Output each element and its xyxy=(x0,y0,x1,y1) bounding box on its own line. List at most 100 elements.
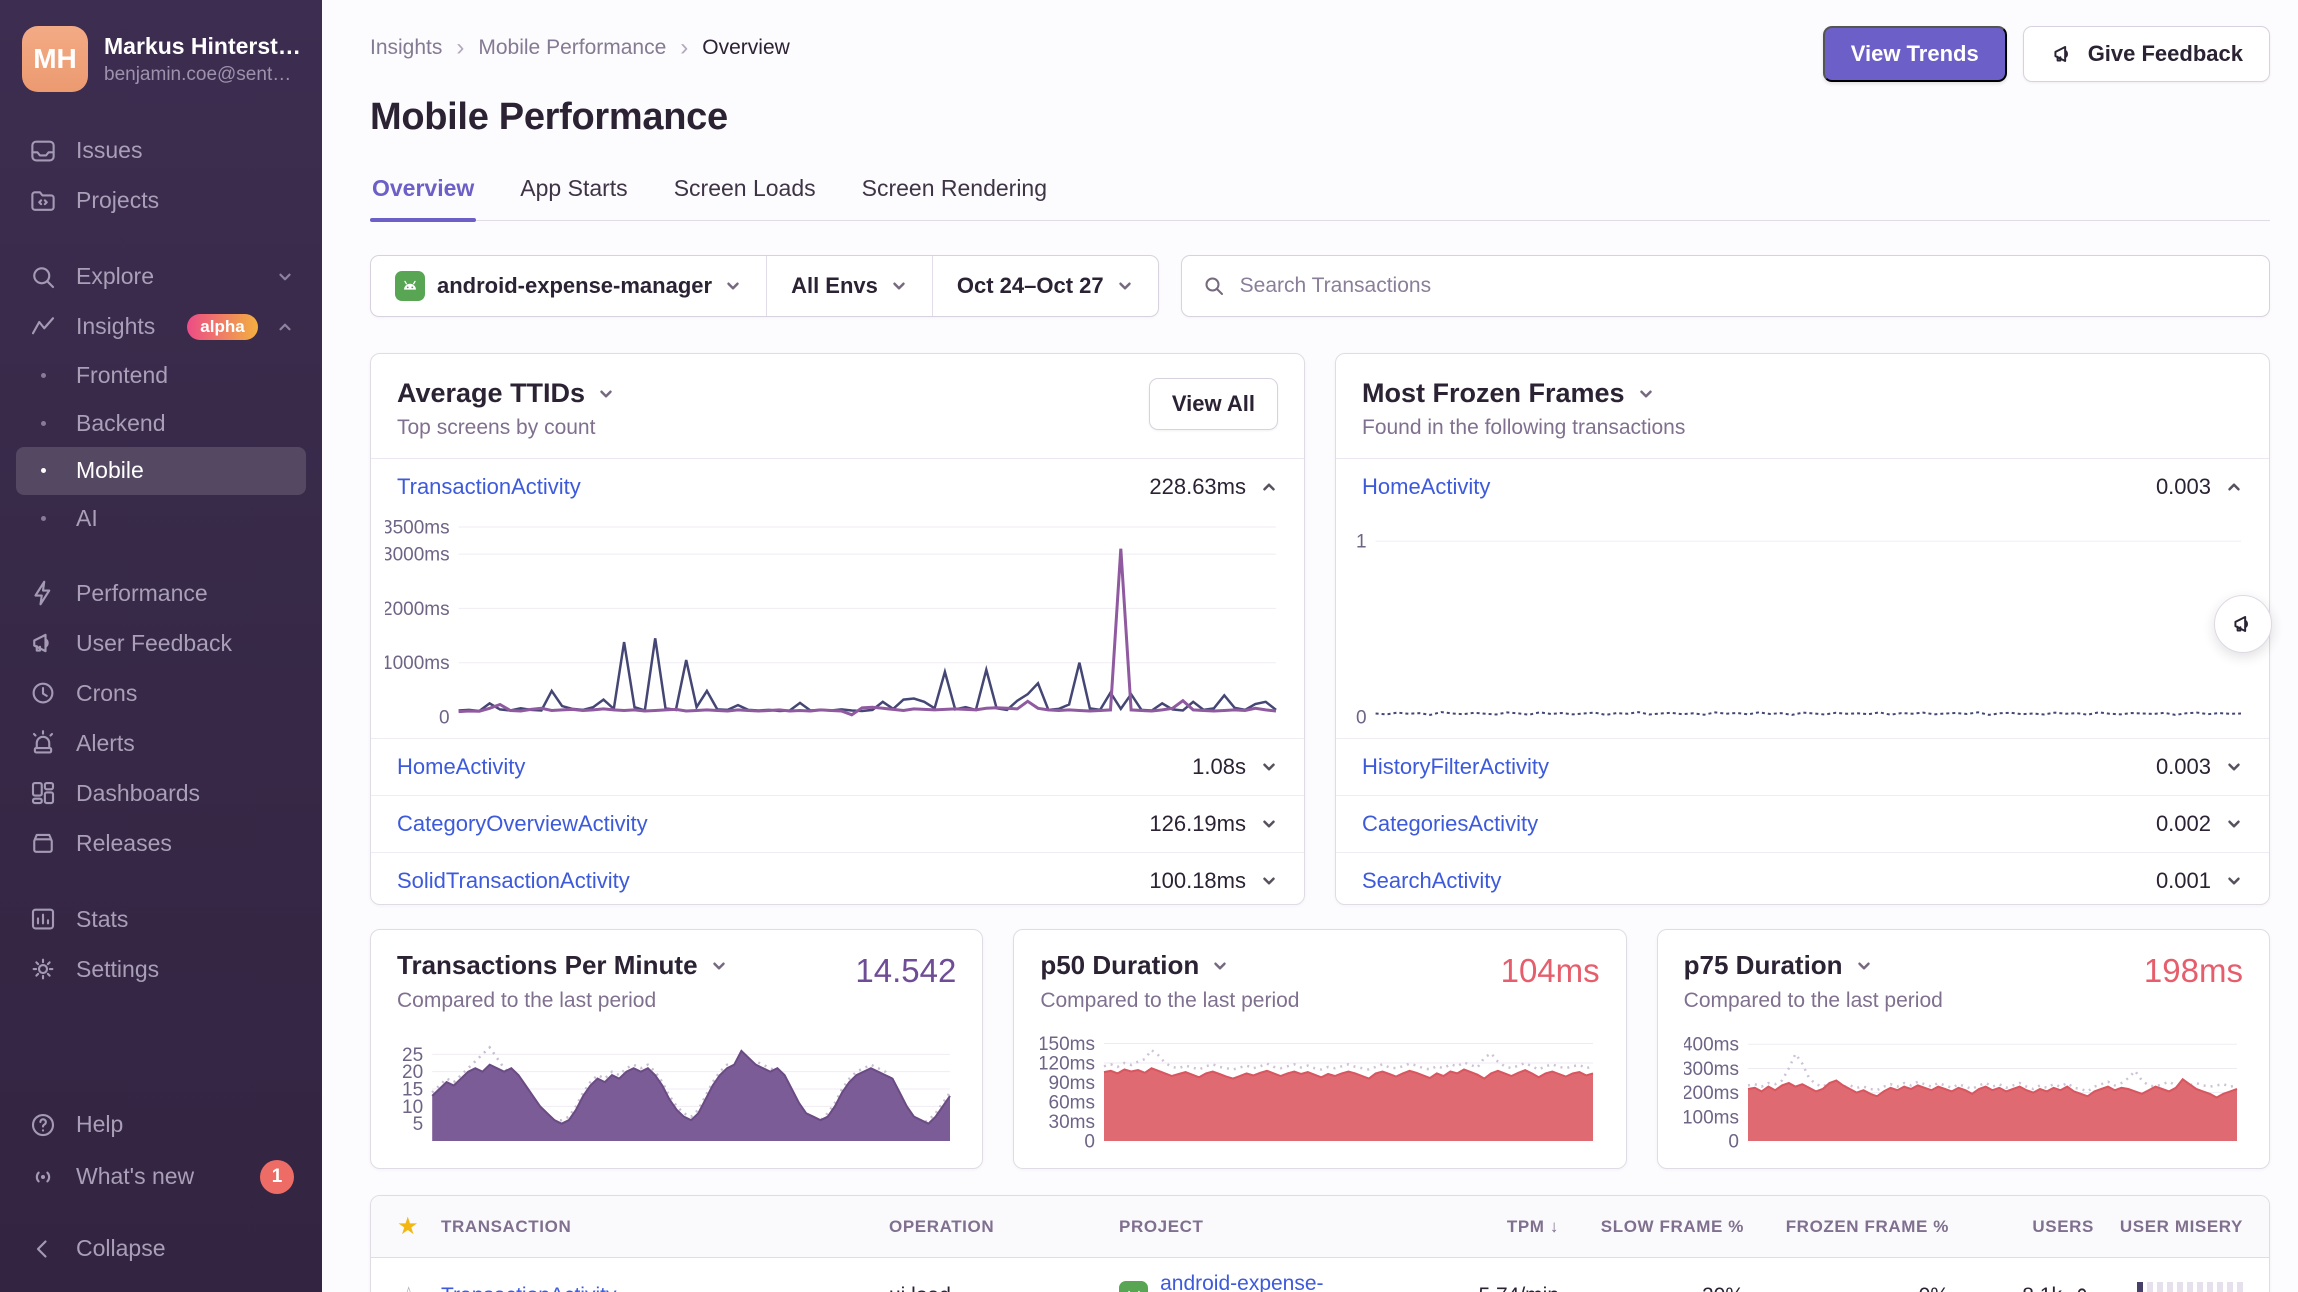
operation-cell: ui.load xyxy=(889,1284,1119,1292)
view-trends-button[interactable]: View Trends xyxy=(1823,26,2007,82)
page-filter-bar: android-expense-manager All Envs Oct 24–… xyxy=(370,255,1159,317)
sidebar-item-help[interactable]: Help xyxy=(16,1100,306,1150)
average-ttids-card: Average TTIDs Top screens by count View … xyxy=(370,353,1305,905)
tab-screen-rendering[interactable]: Screen Rendering xyxy=(860,171,1049,220)
sidebar-item-user-feedback[interactable]: User Feedback xyxy=(16,618,306,668)
tab-app-starts[interactable]: App Starts xyxy=(518,171,629,220)
column-header-users[interactable]: USERS xyxy=(1949,1217,2094,1237)
accordion-row-historyfilteractivity[interactable]: HistoryFilterActivity 0.003 xyxy=(1336,739,2269,795)
column-header-project[interactable]: PROJECT xyxy=(1119,1217,1399,1237)
svg-text:0: 0 xyxy=(1085,1131,1096,1149)
column-header-tpm[interactable]: TPM ↓ xyxy=(1399,1217,1559,1237)
transaction-link[interactable]: TransactionActivity xyxy=(397,474,581,500)
bullet-icon xyxy=(28,516,58,521)
p50-duration-card: p50 Duration 104ms Compared to the last … xyxy=(1013,929,1626,1169)
accordion-row-searchactivity[interactable]: SearchActivity 0.001 xyxy=(1336,852,2269,905)
performance-icon xyxy=(28,578,58,608)
breadcrumb-insights[interactable]: Insights xyxy=(370,36,442,60)
sidebar-item-label: Frontend xyxy=(76,362,168,390)
tpm-cell: 5.74/min xyxy=(1399,1284,1559,1292)
search-transactions-box xyxy=(1181,255,2270,317)
sidebar-item-label: Releases xyxy=(76,830,172,858)
user-email: benjamin.coe@sent… xyxy=(104,64,301,86)
card-subtitle: Compared to the last period xyxy=(397,989,956,1013)
sort-descending-icon: ↓ xyxy=(1550,1217,1559,1236)
chevron-up-icon xyxy=(276,318,294,336)
breadcrumb-mobile-performance[interactable]: Mobile Performance xyxy=(478,36,666,60)
date-range-filter[interactable]: Oct 24–Oct 27 xyxy=(932,256,1158,316)
accordion-row-transactionactivity[interactable]: TransactionActivity 228.63ms xyxy=(371,459,1304,515)
p50-value: 104ms xyxy=(1501,952,1600,990)
svg-text:120ms: 120ms xyxy=(1040,1053,1095,1074)
sidebar-item-ai[interactable]: AI xyxy=(16,495,306,543)
accordion-row-homeactivity[interactable]: HomeActivity 0.003 xyxy=(1336,459,2269,515)
accordion-row-solidtransactionactivity[interactable]: SolidTransactionActivity 100.18ms xyxy=(371,852,1304,905)
transaction-link[interactable]: HomeActivity xyxy=(397,754,525,780)
svg-text:0: 0 xyxy=(1728,1131,1739,1149)
sidebar-item-settings[interactable]: Settings xyxy=(16,944,306,994)
column-header-user-misery[interactable]: USER MISERY xyxy=(2094,1217,2243,1237)
transaction-link[interactable]: CategoryOverviewActivity xyxy=(397,811,648,837)
row-value: 0.001 xyxy=(2156,868,2211,894)
accordion-row-homeactivity[interactable]: HomeActivity 1.08s xyxy=(371,739,1304,795)
transaction-link[interactable]: HomeActivity xyxy=(1362,474,1490,500)
transaction-link[interactable]: TransactionActivity xyxy=(441,1284,889,1292)
sidebar-item-frontend[interactable]: Frontend xyxy=(16,352,306,400)
column-header-transaction[interactable]: TRANSACTION xyxy=(441,1217,889,1237)
sidebar-item-alerts[interactable]: Alerts xyxy=(16,718,306,768)
svg-text:100ms: 100ms xyxy=(1684,1107,1739,1128)
sidebar-item-label: User Feedback xyxy=(76,630,232,658)
star-toggle-icon[interactable]: ☆ xyxy=(397,1281,441,1292)
average-ttids-title-dropdown[interactable]: Average TTIDs xyxy=(397,378,615,409)
breadcrumb-separator: › xyxy=(680,34,688,62)
view-all-button[interactable]: View All xyxy=(1149,378,1278,430)
sidebar-item-mobile[interactable]: Mobile xyxy=(16,447,306,495)
floating-feedback-button[interactable] xyxy=(2214,595,2272,653)
project-filter-value: android-expense-manager xyxy=(437,273,712,299)
tab-overview[interactable]: Overview xyxy=(370,171,476,220)
sidebar-item-releases[interactable]: Releases xyxy=(16,818,306,868)
sidebar-item-issues[interactable]: Issues xyxy=(16,126,306,176)
user-menu[interactable]: MH Markus Hinterst… benjamin.coe@sent… xyxy=(16,26,306,92)
sidebar-item-label: What's new xyxy=(76,1163,194,1191)
svg-text:25: 25 xyxy=(402,1045,423,1066)
sidebar-item-explore[interactable]: Explore xyxy=(16,252,306,302)
sidebar-item-stats[interactable]: Stats xyxy=(16,894,306,944)
ttid-chart: 01000ms2000ms3000ms3500ms xyxy=(371,515,1304,739)
sidebar-item-label: Issues xyxy=(76,137,142,165)
sidebar-collapse-button[interactable]: Collapse xyxy=(16,1224,306,1274)
sidebar-item-insights[interactable]: Insights alpha xyxy=(16,302,306,352)
give-feedback-button[interactable]: Give Feedback xyxy=(2023,26,2270,82)
most-frozen-frames-title-dropdown[interactable]: Most Frozen Frames xyxy=(1362,378,1685,409)
environment-filter[interactable]: All Envs xyxy=(766,256,932,316)
clock-icon xyxy=(28,678,58,708)
transaction-link[interactable]: HistoryFilterActivity xyxy=(1362,754,1549,780)
project-link[interactable]: android-expense-manager xyxy=(1160,1272,1399,1292)
sidebar-item-whats-new[interactable]: What's new 1 xyxy=(16,1150,306,1204)
sidebar-item-performance[interactable]: Performance xyxy=(16,568,306,618)
svg-text:90ms: 90ms xyxy=(1049,1073,1095,1094)
misery-score-bar xyxy=(2094,1282,2243,1292)
transaction-link[interactable]: SearchActivity xyxy=(1362,868,1501,894)
search-input[interactable] xyxy=(1240,274,2249,298)
transaction-link[interactable]: SolidTransactionActivity xyxy=(397,868,630,894)
accordion-row-categoryoverviewactivity[interactable]: CategoryOverviewActivity 126.19ms xyxy=(371,795,1304,852)
column-label: TPM xyxy=(1507,1217,1545,1236)
sidebar-item-backend[interactable]: Backend xyxy=(16,400,306,448)
transaction-link[interactable]: CategoriesActivity xyxy=(1362,811,1538,837)
date-range-filter-value: Oct 24–Oct 27 xyxy=(957,273,1104,299)
avatar: MH xyxy=(22,26,88,92)
main-content: Insights › Mobile Performance › Overview… xyxy=(322,0,2298,1292)
project-filter[interactable]: android-expense-manager xyxy=(371,256,766,316)
column-header-operation[interactable]: OPERATION xyxy=(889,1217,1119,1237)
star-column-header-icon[interactable]: ★ xyxy=(397,1212,441,1241)
whats-new-badge: 1 xyxy=(260,1160,294,1194)
accordion-row-categoriesactivity[interactable]: CategoriesActivity 0.002 xyxy=(1336,795,2269,852)
column-header-slow-frame[interactable]: SLOW FRAME % xyxy=(1559,1217,1744,1237)
sidebar-item-projects[interactable]: Projects xyxy=(16,176,306,226)
sidebar-item-dashboards[interactable]: Dashboards xyxy=(16,768,306,818)
breadcrumb-overview: Overview xyxy=(702,36,790,60)
tab-screen-loads[interactable]: Screen Loads xyxy=(672,171,818,220)
column-header-frozen-frame[interactable]: FROZEN FRAME % xyxy=(1744,1217,1949,1237)
sidebar-item-crons[interactable]: Crons xyxy=(16,668,306,718)
